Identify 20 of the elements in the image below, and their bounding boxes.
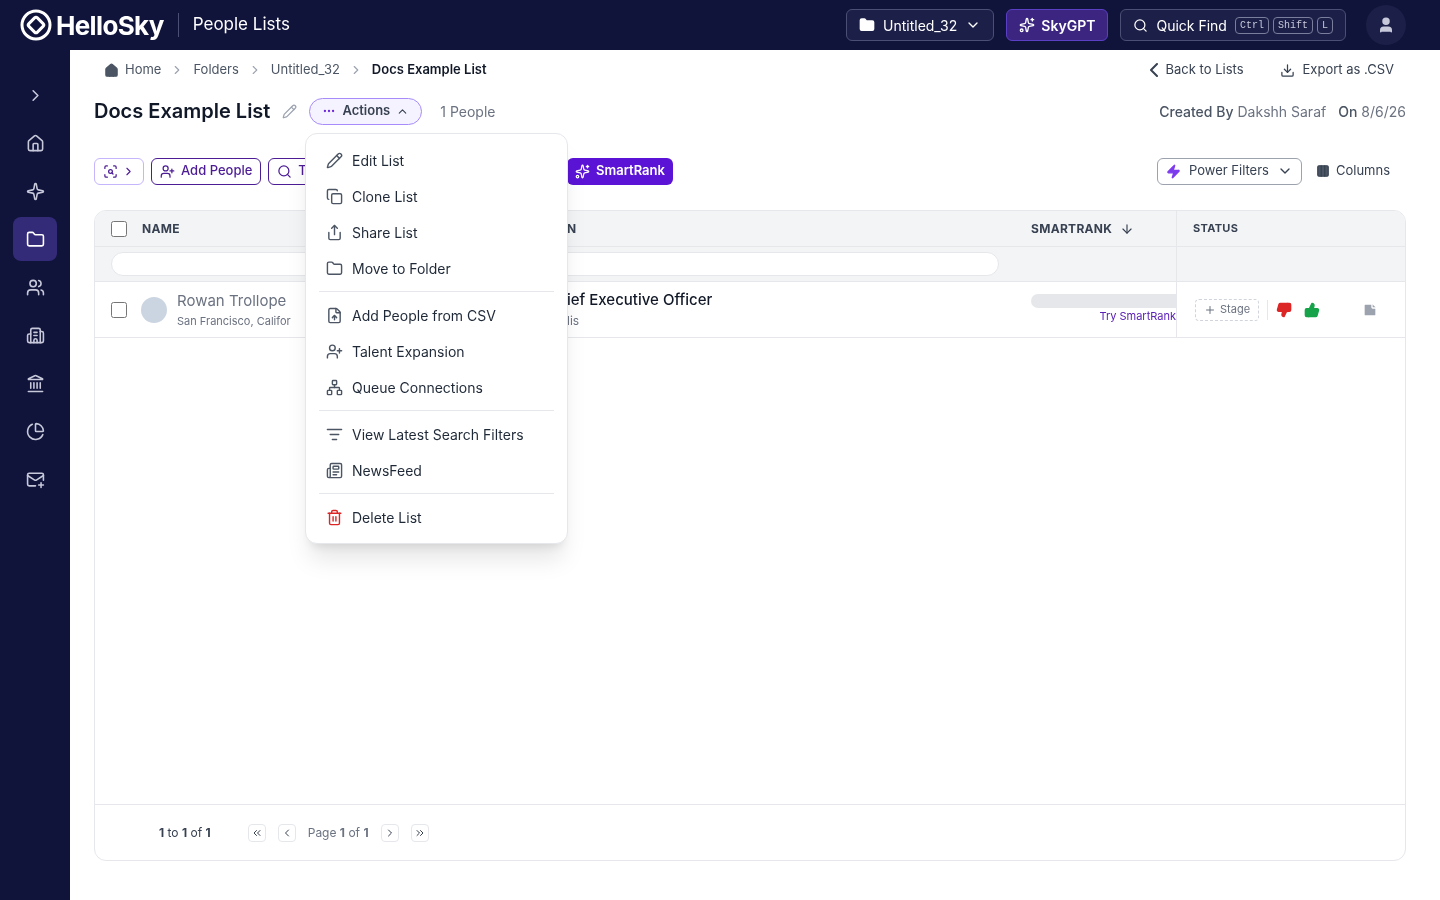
- column-header: N: [567, 219, 577, 238]
- company-name: lis: [567, 311, 581, 330]
- page-indicator: Page 1 of 1: [307, 823, 369, 842]
- job-title: ief Executive Officer: [567, 289, 714, 312]
- pagination-range: 1 to 1 of 1: [159, 823, 211, 842]
- created-by-label: Created By: [1159, 101, 1234, 122]
- column-header: STATUS: [1193, 220, 1239, 237]
- shortcut-key: Shift: [1272, 16, 1313, 34]
- person-location: San Francisco, Califor: [177, 312, 291, 329]
- section-title: People Lists: [192, 13, 290, 37]
- people-count: 1 People: [440, 101, 496, 122]
- created-on-label: On: [1338, 101, 1358, 122]
- list-title: Docs Example List: [94, 98, 271, 125]
- creator-name: Dakshh Saraf: [1237, 101, 1327, 122]
- shortcut-key: L: [1317, 16, 1333, 34]
- shortcut-key: Ctrl: [1234, 16, 1269, 34]
- column-header: NAME: [142, 219, 180, 238]
- logo-text: HelloSky: [56, 8, 164, 43]
- created-date: 8/6/26: [1361, 101, 1406, 122]
- column-header: SMARTRANK: [1031, 219, 1113, 238]
